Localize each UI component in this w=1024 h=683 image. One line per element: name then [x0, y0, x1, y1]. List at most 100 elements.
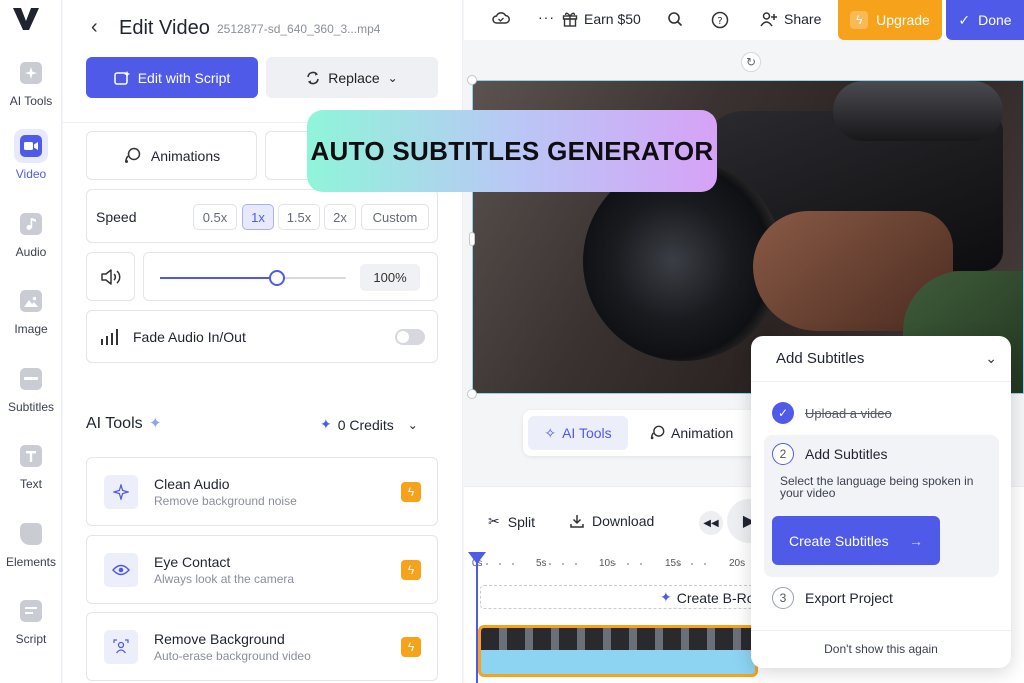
- speed-control: Speed 0.5x 1x 1.5x 2x Custom: [86, 189, 438, 243]
- help-icon[interactable]: ?: [711, 11, 729, 29]
- tool-clean-audio[interactable]: Clean Audio Remove background noise ϟ: [86, 457, 438, 526]
- animation-tab[interactable]: Animation: [649, 425, 733, 441]
- add-subtitles-popover: Add Subtitles ⌄ ✓ Upload a video 2 Add S…: [751, 336, 1011, 668]
- fade-audio-label: Fade Audio In/Out: [133, 329, 246, 345]
- rail-item-subtitles[interactable]: Subtitles: [0, 362, 62, 414]
- audio-icon: [20, 213, 42, 235]
- app-logo[interactable]: [11, 6, 41, 32]
- sparkle-icon: ✧: [544, 424, 557, 441]
- resize-handle[interactable]: [469, 232, 475, 246]
- timeline-tick: 5s: [536, 558, 547, 569]
- timeline-tick: 20s: [729, 558, 746, 569]
- check-icon: ✓: [958, 11, 971, 28]
- fade-audio-toggle[interactable]: [395, 329, 425, 345]
- timeline-ruler-dot: [549, 563, 551, 565]
- panel-title: Edit Video: [119, 17, 210, 39]
- download-button[interactable]: Download: [570, 513, 654, 529]
- rotate-handle-icon[interactable]: ↻: [741, 52, 761, 72]
- step-complete-check-icon: ✓: [772, 402, 794, 424]
- rail-item-image[interactable]: Image: [0, 284, 62, 336]
- scissors-icon: ✂: [488, 513, 500, 529]
- step-upload-video: Upload a video: [805, 406, 892, 421]
- credits-sparkle-icon: ✦: [320, 416, 332, 432]
- volume-slider[interactable]: [160, 270, 346, 286]
- download-icon: [570, 515, 584, 528]
- back-arrow-icon[interactable]: ‹: [91, 16, 98, 39]
- rewind-icon[interactable]: ◀◀: [699, 511, 723, 535]
- video-icon: [20, 135, 42, 157]
- rail-item-elements[interactable]: Elements: [0, 517, 62, 569]
- refresh-icon: [307, 71, 320, 84]
- resize-handle[interactable]: [467, 389, 477, 399]
- credits-label: 0 Credits: [337, 416, 394, 433]
- earn-button[interactable]: Earn $50: [562, 11, 641, 27]
- volume-slider-handle[interactable]: [269, 270, 286, 286]
- arrow-right-icon: →: [909, 532, 923, 549]
- chevron-down-icon: ⌄: [407, 417, 418, 432]
- share-label: Share: [784, 11, 822, 27]
- svg-text:?: ?: [717, 16, 722, 27]
- step-number: 2: [772, 443, 794, 465]
- step-number: 3: [772, 587, 794, 609]
- share-button[interactable]: Share: [760, 11, 821, 27]
- video-clip[interactable]: [478, 625, 758, 677]
- tool-name: Clean Audio: [154, 476, 230, 492]
- tool-name: Eye Contact: [154, 554, 231, 570]
- animation-tab-label: Animation: [671, 425, 734, 441]
- dont-show-again-link[interactable]: Don't show this again: [751, 642, 1011, 656]
- edit-with-script-button[interactable]: Edit with Script: [86, 57, 258, 98]
- speed-option[interactable]: 2x: [324, 204, 356, 230]
- tool-eye-contact[interactable]: Eye Contact Always look at the camera ϟ: [86, 535, 438, 604]
- rail-label: Subtitles: [7, 400, 55, 414]
- speed-option[interactable]: 0.5x: [193, 204, 237, 230]
- volume-button[interactable]: [86, 252, 135, 301]
- rail-item-audio[interactable]: Audio: [0, 207, 62, 259]
- step-export-project[interactable]: Export Project: [805, 590, 893, 606]
- create-subtitles-button[interactable]: Create Subtitles →: [772, 516, 940, 565]
- playhead-marker[interactable]: [468, 552, 486, 564]
- speed-option-selected[interactable]: 1x: [242, 204, 274, 230]
- search-icon[interactable]: [667, 11, 683, 27]
- divider: [751, 630, 1011, 631]
- rail-item-ai-tools[interactable]: AI Tools: [0, 56, 62, 108]
- upgrade-label: Upgrade: [876, 12, 930, 28]
- chevron-down-icon: ⌄: [387, 70, 398, 85]
- split-button[interactable]: ✂ Split: [488, 513, 535, 530]
- left-rail: AI Tools Video Audio Image Subtitles Tex…: [0, 0, 62, 683]
- credits-dropdown[interactable]: ✦ 0 Credits ⌄: [320, 416, 418, 433]
- chevron-down-icon[interactable]: ⌄: [985, 350, 997, 367]
- upgrade-button[interactable]: ϟ Upgrade: [838, 0, 942, 40]
- timeline-ruler-dot: [562, 563, 564, 565]
- done-label: Done: [978, 12, 1012, 28]
- rail-item-text[interactable]: Text: [0, 439, 62, 491]
- cloud-save-icon[interactable]: [492, 11, 510, 25]
- volume-value[interactable]: 100%: [360, 264, 420, 291]
- animations-button[interactable]: Animations: [86, 131, 257, 180]
- resize-handle[interactable]: [467, 75, 477, 85]
- rail-label: Video: [15, 167, 47, 181]
- rail-item-video[interactable]: Video: [0, 129, 62, 181]
- fade-bars-icon: [101, 329, 118, 345]
- tool-remove-background[interactable]: Remove Background Auto-erase background …: [86, 612, 438, 681]
- speed-option[interactable]: Custom: [361, 204, 429, 230]
- volume-slider-fill: [160, 277, 278, 279]
- timeline-ruler-dot: [575, 563, 577, 565]
- done-button[interactable]: ✓ Done: [946, 0, 1024, 40]
- speed-option[interactable]: 1.5x: [278, 204, 320, 230]
- playhead[interactable]: [476, 552, 478, 683]
- replace-button[interactable]: Replace ⌄: [266, 57, 438, 98]
- subtitles-icon: [20, 368, 42, 390]
- more-options-icon[interactable]: ···: [538, 9, 555, 25]
- animations-label: Animations: [150, 147, 221, 164]
- premium-bolt-icon: ϟ: [401, 637, 421, 657]
- rail-label: Text: [19, 477, 42, 491]
- person-cutout-icon: [104, 630, 138, 664]
- ai-tools-tab[interactable]: ✧ AI Tools: [528, 416, 628, 450]
- create-broll-button[interactable]: ✦ Create B-Ro: [660, 589, 755, 606]
- rail-item-script[interactable]: Script: [0, 594, 62, 646]
- rail-label: Audio: [15, 245, 47, 259]
- promo-banner: AUTO SUBTITLES GENERATOR: [307, 110, 717, 192]
- speaker-icon: [100, 268, 120, 285]
- edit-with-script-label: Edit with Script: [137, 69, 231, 86]
- step-title: Add Subtitles: [805, 446, 888, 462]
